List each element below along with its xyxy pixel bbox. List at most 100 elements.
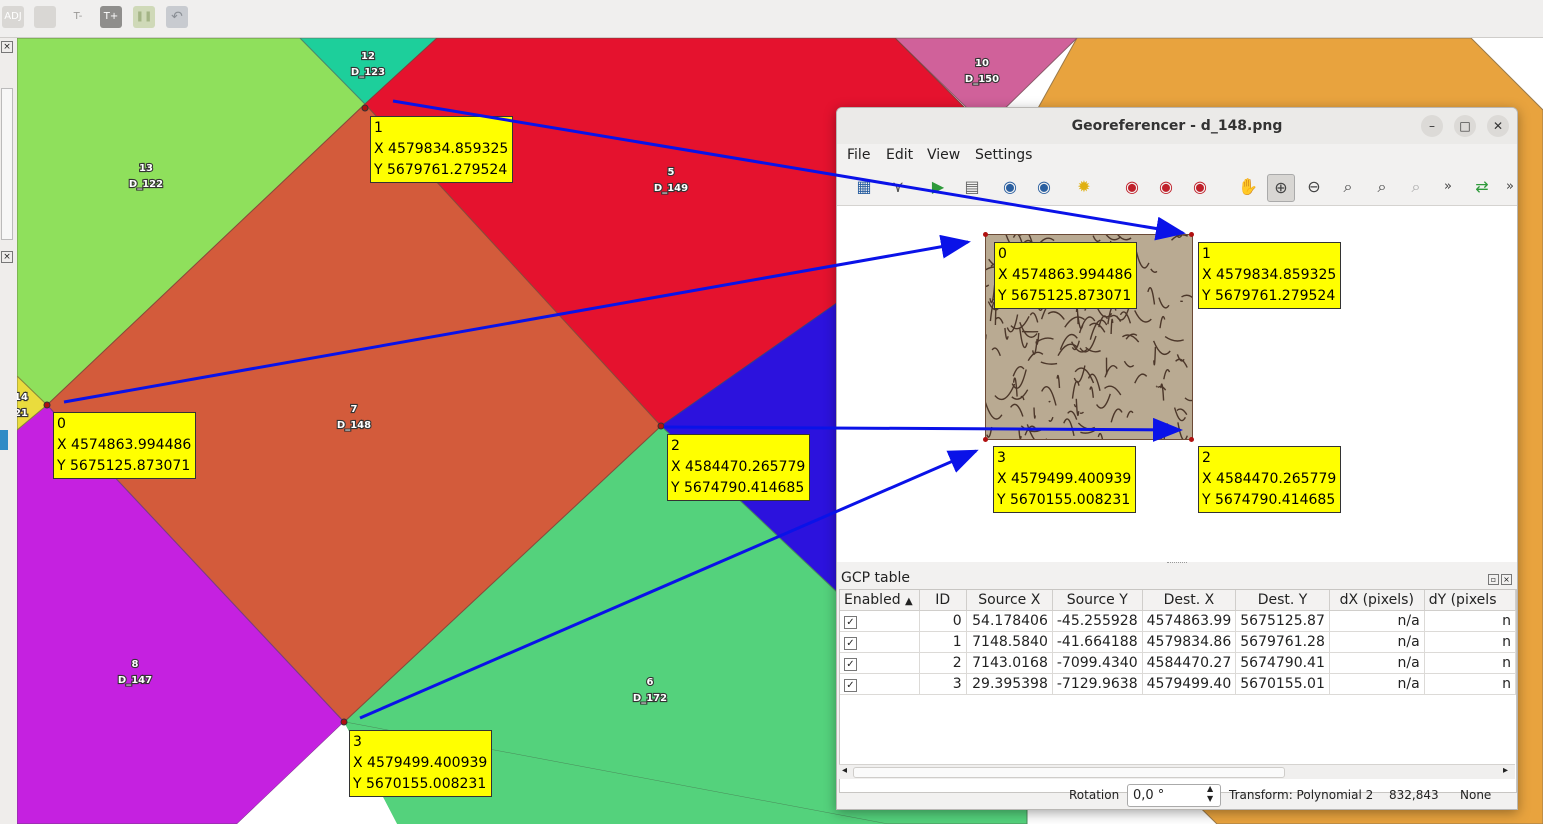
close-icon[interactable]: × (1501, 574, 1512, 585)
gcp-id: 1 (1202, 246, 1211, 262)
zoom-in-icon[interactable]: ⊕ (1267, 174, 1295, 202)
enabled-checkbox[interactable]: ✓ (844, 658, 857, 671)
text-smaller-button[interactable]: T- (67, 6, 89, 28)
col-source-y[interactable]: Source Y (1052, 590, 1143, 611)
poly-label-7-id: 7 (351, 404, 358, 415)
cell-dest-y: 5674790.41 (1235, 652, 1330, 674)
col-dx[interactable]: dX (pixels) (1329, 590, 1425, 611)
close-icon[interactable]: ✕ (1487, 115, 1509, 137)
enabled-checkbox-cell[interactable]: ✓ (840, 631, 920, 653)
float-icon[interactable]: ▫ (1488, 574, 1499, 585)
disabled-tool-button[interactable] (34, 6, 56, 28)
maximize-icon[interactable]: □ (1454, 115, 1476, 137)
menu-edit[interactable]: Edit (886, 147, 913, 163)
menu-view[interactable]: View (927, 147, 960, 163)
col-dest-y[interactable]: Dest. Y (1235, 590, 1330, 611)
georeferencer-canvas[interactable]: 0 X 4574863.994486 Y 5675125.873071 1 X … (837, 206, 1517, 562)
transformation-settings-icon[interactable]: ✹ (1071, 174, 1097, 200)
pan-icon[interactable]: ✋ (1235, 174, 1261, 200)
enabled-checkbox-cell[interactable]: ✓ (840, 610, 920, 632)
add-vector-icon[interactable]: ⋎ (885, 174, 911, 200)
col-dy[interactable]: dY (pixels (1424, 590, 1516, 611)
table-row[interactable]: ✓ 1 7148.5840 -41.664188 4579834.86 5679761.2… (840, 631, 1516, 653)
poly-label-12-name: D_123 (351, 67, 385, 78)
generate-script-icon[interactable]: ▤ (959, 174, 985, 200)
gcp-point-0 (43, 401, 51, 409)
scroll-left-icon[interactable]: ◂ (842, 765, 847, 776)
gcp-id: 0 (57, 416, 66, 432)
zoom-out-icon[interactable]: ⊖ (1301, 174, 1327, 200)
col-id[interactable]: ID (919, 590, 967, 611)
enabled-checkbox[interactable]: ✓ (844, 616, 857, 629)
undo-icon[interactable]: ↶ (166, 6, 188, 28)
col-dest-x[interactable]: Dest. X (1142, 590, 1237, 611)
close-icon[interactable]: × (1, 251, 13, 263)
poly-label-14-name: 21 (17, 408, 28, 419)
cell-dx: n/a (1329, 631, 1425, 653)
delete-point-icon[interactable]: ◉ (1153, 174, 1179, 200)
scroll-right-icon[interactable]: ▸ (1503, 765, 1508, 776)
minimize-icon[interactable]: – (1421, 115, 1443, 137)
gcp-id: 0 (998, 246, 1007, 262)
text-larger-button[interactable]: T+ (100, 6, 122, 28)
gcp-y: Y 5675125.873071 (57, 458, 191, 474)
table-row[interactable]: ✓ 3 29.395398 -7129.9638 4579499.40 5670155.0… (840, 673, 1516, 695)
zoom-next-icon[interactable]: ⌕ (1403, 174, 1429, 200)
close-icon[interactable]: × (1, 41, 13, 53)
menu-bar: File Edit View Settings (837, 144, 1517, 168)
gcp-id: 3 (997, 450, 1006, 466)
gcp-x: X 4574863.994486 (998, 267, 1133, 283)
scrollbar-thumb[interactable] (853, 767, 1285, 778)
gcp-table[interactable]: Enabled ▲ ID Source X Source Y Dest. X D… (839, 589, 1517, 793)
enabled-checkbox[interactable]: ✓ (844, 637, 857, 650)
table-row[interactable]: ✓ 0 54.178406 -45.255928 4574863.99 5675125.8… (840, 610, 1516, 632)
poly-label-10-id: 10 (975, 58, 989, 69)
rotation-value: 0,0 ° (1133, 788, 1165, 803)
cell-dx: n/a (1329, 673, 1425, 695)
zoom-to-layer-icon[interactable]: ⌕ (1335, 174, 1361, 200)
save-gcp-icon[interactable]: ◉ (1031, 174, 1057, 200)
adjust-button[interactable]: ADJ (2, 6, 24, 28)
poly-label-5-name: D_149 (654, 183, 688, 194)
poly-label-12-id: 12 (361, 51, 375, 62)
col-source-x[interactable]: Source X (966, 590, 1053, 611)
map-gcp-label-0: 0 X 4574863.994486 Y 5675125.873071 (53, 412, 197, 479)
menu-file[interactable]: File (847, 147, 870, 163)
cell-dy: n (1424, 610, 1516, 632)
gcp-x: X 4579834.859325 (374, 141, 509, 157)
pause-icon[interactable]: ❚❚ (133, 6, 155, 28)
more-tools-icon[interactable]: » (1497, 174, 1517, 200)
enabled-checkbox-cell[interactable]: ✓ (840, 652, 920, 674)
load-gcp-icon[interactable]: ◉ (997, 174, 1023, 200)
zoom-last-icon[interactable]: ⌕ (1369, 174, 1395, 200)
gcp-id: 3 (353, 734, 362, 750)
title-bar[interactable]: Georeferencer - d_148.png – □ ✕ (837, 108, 1517, 144)
move-point-icon[interactable]: ◉ (1187, 174, 1213, 200)
col-enabled[interactable]: Enabled ▲ (840, 590, 920, 611)
add-raster-icon[interactable]: ▦ (851, 174, 877, 200)
gcp-id: 1 (374, 120, 383, 136)
cell-dest-x: 4579499.40 (1142, 673, 1237, 695)
enabled-checkbox[interactable]: ✓ (844, 679, 857, 692)
add-point-icon[interactable]: ◉ (1119, 174, 1145, 200)
more-tools-icon[interactable]: » (1435, 174, 1461, 200)
coordinates-label: 832,843 (1389, 788, 1439, 802)
horizontal-scrollbar[interactable]: ◂ ▸ (839, 764, 1515, 779)
transform-label: Transform: Polynomial 2 (1229, 788, 1374, 802)
scrollbar[interactable] (1, 88, 13, 240)
cell-dest-x: 4579834.86 (1142, 631, 1237, 653)
cell-dy: n (1424, 631, 1516, 653)
rotation-spinbox[interactable]: 0,0 ° ▲ ▼ (1127, 784, 1221, 807)
menu-settings[interactable]: Settings (975, 147, 1032, 163)
cell-source-x: 7148.5840 (966, 631, 1053, 653)
spin-arrows-icon[interactable]: ▲ ▼ (1207, 784, 1213, 804)
table-row[interactable]: ✓ 2 7143.0168 -7099.4340 4584470.27 5674790.4… (840, 652, 1516, 674)
map-gcp-label-1: 1 X 4579834.859325 Y 5679761.279524 (370, 116, 514, 183)
raster-gcp-label-1: 1 X 4579834.859325 Y 5679761.279524 (1198, 242, 1342, 309)
cell-dy: n (1424, 673, 1516, 695)
enabled-checkbox-cell[interactable]: ✓ (840, 673, 920, 695)
start-georeferencing-icon[interactable]: ▶ (925, 174, 951, 200)
dock-grip[interactable] (1167, 562, 1187, 566)
gcp-x: X 4579834.859325 (1202, 267, 1337, 283)
link-icon[interactable]: ⇄ (1469, 174, 1495, 200)
